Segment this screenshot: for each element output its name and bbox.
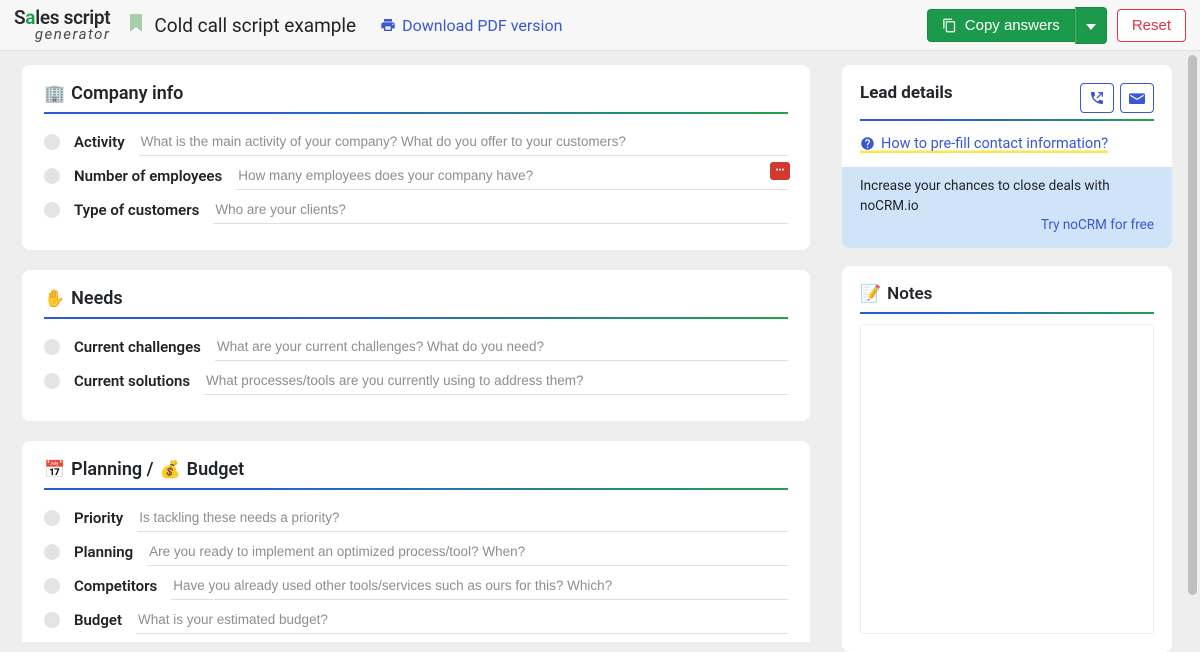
field-planning: Planning xyxy=(44,538,788,566)
download-pdf-link[interactable]: Download PDF version xyxy=(380,16,562,35)
promo-banner: Increase your chances to close deals wit… xyxy=(842,167,1172,248)
memo-icon: 📝 xyxy=(860,284,881,304)
notes-title: Notes xyxy=(887,284,932,304)
page-title: Cold call script example xyxy=(154,14,356,37)
field-input-budget[interactable] xyxy=(136,606,788,634)
field-input-challenges[interactable] xyxy=(215,333,788,361)
field-input-solutions[interactable] xyxy=(204,367,788,395)
field-solutions: Current solutions xyxy=(44,367,788,395)
field-label: Activity xyxy=(74,133,125,151)
download-pdf-label: Download PDF version xyxy=(402,16,562,35)
field-label: Planning xyxy=(74,543,133,561)
moneybag-icon: 💰 xyxy=(159,460,180,480)
field-input-competitors[interactable] xyxy=(171,572,788,600)
field-radio[interactable] xyxy=(44,202,60,218)
email-button[interactable] xyxy=(1120,83,1154,113)
section-company-info: 🏢 Company info Activity Number of employ… xyxy=(22,65,810,250)
field-activity: Activity xyxy=(44,128,788,156)
section-header: ✋ Needs xyxy=(44,288,788,319)
field-challenges: Current challenges xyxy=(44,333,788,361)
field-radio[interactable] xyxy=(44,339,60,355)
section-needs: ✋ Needs Current challenges Current solut… xyxy=(22,270,810,421)
field-label: Budget xyxy=(74,611,122,629)
field-customers: Type of customers xyxy=(44,196,788,224)
logo-text-s: S xyxy=(14,6,25,29)
extension-badge[interactable]: ••• xyxy=(770,162,790,180)
reset-button[interactable]: Reset xyxy=(1117,9,1186,42)
section-planning-budget: 📅 Planning / 💰 Budget Priority Planning … xyxy=(22,441,810,642)
prefill-help-link[interactable]: How to pre-fill contact information? xyxy=(860,135,1108,153)
field-label: Type of customers xyxy=(74,201,199,219)
field-input-priority[interactable] xyxy=(137,504,788,532)
field-label: Current challenges xyxy=(74,338,201,356)
copy-answers-button[interactable]: Copy answers xyxy=(927,9,1075,42)
app-header: Sales script generator Cold call script … xyxy=(0,0,1200,51)
notes-header: 📝 Notes xyxy=(860,284,1154,314)
field-input-planning[interactable] xyxy=(147,538,788,566)
notes-textarea[interactable] xyxy=(860,324,1154,634)
calendar-icon: 📅 xyxy=(44,460,65,480)
field-radio[interactable] xyxy=(44,612,60,628)
section-title-prefix: Planning / xyxy=(71,459,153,480)
field-radio[interactable] xyxy=(44,578,60,594)
field-label: Number of employees xyxy=(74,167,222,185)
hand-icon: ✋ xyxy=(44,289,65,309)
page-scrollbar[interactable] xyxy=(1188,55,1197,635)
header-actions: Copy answers Reset xyxy=(927,7,1186,44)
promo-text: Increase your chances to close deals wit… xyxy=(860,178,1110,214)
field-employees: Number of employees ••• xyxy=(44,162,788,190)
copy-icon xyxy=(942,18,957,33)
field-radio[interactable] xyxy=(44,544,60,560)
section-header: 📅 Planning / 💰 Budget xyxy=(44,459,788,490)
app-logo: Sales script generator xyxy=(14,8,110,42)
section-title: Needs xyxy=(71,288,123,309)
copy-answers-dropdown[interactable] xyxy=(1075,7,1107,44)
field-radio[interactable] xyxy=(44,168,60,184)
notes-card: 📝 Notes xyxy=(842,266,1172,652)
try-nocrm-link[interactable]: Try noCRM for free xyxy=(860,216,1154,236)
field-input-customers[interactable] xyxy=(213,196,788,224)
field-label: Priority xyxy=(74,509,123,527)
section-header: 🏢 Company info xyxy=(44,83,788,114)
copy-answers-label: Copy answers xyxy=(965,17,1060,34)
section-title-suffix: Budget xyxy=(187,459,245,480)
field-radio[interactable] xyxy=(44,510,60,526)
lead-divider xyxy=(860,119,1154,121)
sidebar-column: Lead details How to pre-fill contact inf… xyxy=(842,65,1186,642)
main-column: 🏢 Company info Activity Number of employ… xyxy=(22,65,814,642)
field-label: Current solutions xyxy=(74,372,190,390)
logo-subtext: generator xyxy=(14,27,110,42)
phone-button[interactable] xyxy=(1080,83,1114,113)
field-competitors: Competitors xyxy=(44,572,788,600)
prefill-help-label: How to pre-fill contact information? xyxy=(881,135,1108,152)
field-radio[interactable] xyxy=(44,373,60,389)
chevron-down-icon xyxy=(1086,24,1096,30)
field-input-employees[interactable] xyxy=(236,162,788,190)
bookmark-icon[interactable] xyxy=(128,13,144,37)
scrollbar-thumb[interactable] xyxy=(1188,55,1197,595)
field-budget: Budget xyxy=(44,606,788,634)
print-icon xyxy=(380,17,396,33)
field-label: Competitors xyxy=(74,577,157,595)
field-priority: Priority xyxy=(44,504,788,532)
field-radio[interactable] xyxy=(44,134,60,150)
building-icon: 🏢 xyxy=(44,84,65,104)
logo-text-accent: a xyxy=(25,6,35,29)
envelope-icon xyxy=(1129,91,1145,105)
question-circle-icon xyxy=(860,136,875,151)
phone-arrow-icon xyxy=(1089,90,1105,106)
section-title: Company info xyxy=(71,83,183,104)
field-input-activity[interactable] xyxy=(139,128,788,156)
lead-details-card: Lead details How to pre-fill contact inf… xyxy=(842,65,1172,248)
lead-details-title: Lead details xyxy=(860,83,953,103)
